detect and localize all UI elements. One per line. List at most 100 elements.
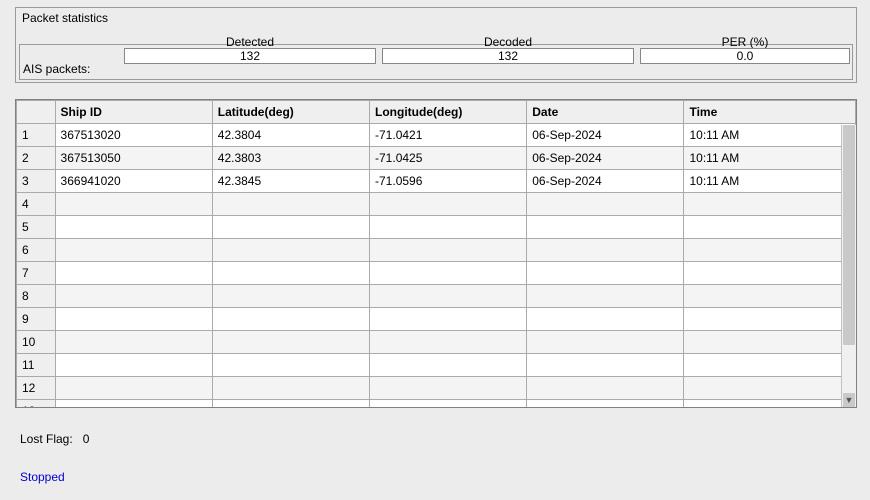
cell-longitude[interactable] [370,354,527,377]
cell-date[interactable] [527,285,684,308]
cell-ship-id[interactable]: 366941020 [55,170,212,193]
cell-ship-id[interactable]: 367513050 [55,147,212,170]
cell-latitude[interactable] [212,400,369,408]
cell-ship-id[interactable] [55,400,212,408]
cell-latitude[interactable]: 42.3845 [212,170,369,193]
cell-date[interactable]: 06-Sep-2024 [527,124,684,147]
cell-date[interactable] [527,216,684,239]
cell-latitude[interactable] [212,354,369,377]
header-date[interactable]: Date [527,101,684,124]
table-row[interactable]: 7 [17,262,856,285]
row-index[interactable]: 3 [17,170,56,193]
cell-latitude[interactable] [212,308,369,331]
cell-ship-id[interactable]: 367513020 [55,124,212,147]
cell-time[interactable] [684,193,856,216]
cell-date[interactable] [527,377,684,400]
header-index[interactable] [17,101,56,124]
cell-longitude[interactable] [370,193,527,216]
cell-date[interactable] [527,193,684,216]
table-row[interactable]: 336694102042.3845-71.059606-Sep-202410:1… [17,170,856,193]
table-row[interactable]: 11 [17,354,856,377]
header-time[interactable]: Time [684,101,856,124]
cell-date[interactable] [527,354,684,377]
cell-time[interactable] [684,239,856,262]
cell-latitude[interactable] [212,216,369,239]
table-row[interactable]: 13 [17,400,856,408]
cell-date[interactable]: 06-Sep-2024 [527,170,684,193]
row-index[interactable]: 6 [17,239,56,262]
cell-date[interactable] [527,262,684,285]
table-row[interactable]: 236751305042.3803-71.042506-Sep-202410:1… [17,147,856,170]
cell-time[interactable]: 10:11 AM [684,170,856,193]
cell-time[interactable]: 10:11 AM [684,124,856,147]
table-row[interactable]: 10 [17,331,856,354]
cell-ship-id[interactable] [55,331,212,354]
cell-longitude[interactable] [370,331,527,354]
cell-latitude[interactable] [212,331,369,354]
cell-longitude[interactable]: -71.0421 [370,124,527,147]
cell-time[interactable] [684,400,856,408]
header-latitude[interactable]: Latitude(deg) [212,101,369,124]
cell-date[interactable] [527,308,684,331]
cell-time[interactable] [684,262,856,285]
cell-date[interactable] [527,400,684,408]
cell-time[interactable] [684,285,856,308]
cell-latitude[interactable] [212,193,369,216]
table-row[interactable]: 12 [17,377,856,400]
cell-ship-id[interactable] [55,216,212,239]
row-index[interactable]: 13 [17,400,56,408]
cell-longitude[interactable] [370,216,527,239]
row-index[interactable]: 2 [17,147,56,170]
cell-longitude[interactable] [370,377,527,400]
cell-time[interactable] [684,354,856,377]
cell-longitude[interactable] [370,308,527,331]
cell-ship-id[interactable] [55,193,212,216]
ship-table[interactable]: Ship ID Latitude(deg) Longitude(deg) Dat… [16,100,856,407]
row-index[interactable]: 7 [17,262,56,285]
cell-time[interactable] [684,377,856,400]
row-index[interactable]: 9 [17,308,56,331]
table-row[interactable]: 136751302042.3804-71.042106-Sep-202410:1… [17,124,856,147]
row-index[interactable]: 11 [17,354,56,377]
cell-latitude[interactable] [212,377,369,400]
cell-ship-id[interactable] [55,377,212,400]
cell-latitude[interactable] [212,239,369,262]
cell-latitude[interactable] [212,262,369,285]
cell-longitude[interactable] [370,239,527,262]
cell-ship-id[interactable] [55,308,212,331]
cell-longitude[interactable]: -71.0596 [370,170,527,193]
cell-time[interactable] [684,216,856,239]
vertical-scrollbar[interactable]: ▼ [841,125,856,407]
table-row[interactable]: 8 [17,285,856,308]
cell-latitude[interactable]: 42.3803 [212,147,369,170]
row-index[interactable]: 4 [17,193,56,216]
cell-date[interactable]: 06-Sep-2024 [527,147,684,170]
cell-longitude[interactable] [370,400,527,408]
cell-longitude[interactable]: -71.0425 [370,147,527,170]
row-index[interactable]: 12 [17,377,56,400]
cell-longitude[interactable] [370,285,527,308]
row-index[interactable]: 1 [17,124,56,147]
row-index[interactable]: 8 [17,285,56,308]
cell-date[interactable] [527,331,684,354]
cell-ship-id[interactable] [55,354,212,377]
header-ship-id[interactable]: Ship ID [55,101,212,124]
scrollbar-thumb[interactable] [843,125,855,345]
cell-longitude[interactable] [370,262,527,285]
table-row[interactable]: 6 [17,239,856,262]
cell-time[interactable] [684,331,856,354]
cell-ship-id[interactable] [55,285,212,308]
scroll-down-arrow[interactable]: ▼ [843,393,855,407]
row-index[interactable]: 5 [17,216,56,239]
table-row[interactable]: 9 [17,308,856,331]
table-row[interactable]: 5 [17,216,856,239]
row-index[interactable]: 10 [17,331,56,354]
cell-time[interactable] [684,308,856,331]
cell-ship-id[interactable] [55,239,212,262]
cell-latitude[interactable] [212,285,369,308]
table-row[interactable]: 4 [17,193,856,216]
cell-ship-id[interactable] [55,262,212,285]
header-longitude[interactable]: Longitude(deg) [370,101,527,124]
cell-time[interactable]: 10:11 AM [684,147,856,170]
cell-latitude[interactable]: 42.3804 [212,124,369,147]
